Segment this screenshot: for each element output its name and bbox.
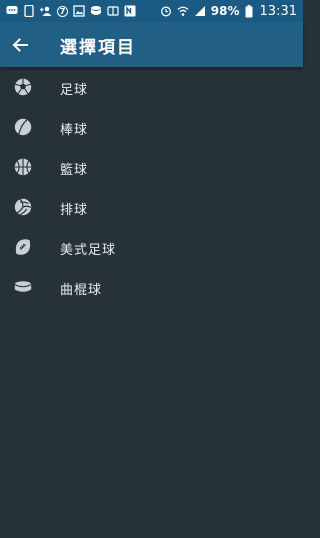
list-item-label: 曲棍球 bbox=[60, 283, 103, 298]
database-icon bbox=[91, 6, 101, 15]
list-item-label: 棒球 bbox=[60, 123, 89, 138]
notification-count-badge: 7 bbox=[57, 5, 68, 17]
basketball-icon bbox=[14, 158, 32, 176]
clock-time: 13:31 bbox=[259, 3, 297, 19]
onenote-icon bbox=[124, 5, 136, 17]
baseball-icon bbox=[14, 118, 32, 136]
add-person-icon bbox=[40, 6, 52, 16]
list-item-soccer[interactable]: 足球 bbox=[0, 67, 303, 107]
tablet-icon bbox=[24, 5, 34, 17]
page-title: 選擇項目 bbox=[60, 38, 136, 58]
wifi-icon bbox=[177, 6, 189, 16]
list-item-label: 排球 bbox=[60, 203, 89, 218]
back-button[interactable] bbox=[6, 31, 34, 59]
list-item-baseball[interactable]: 棒球 bbox=[0, 107, 303, 147]
image-icon bbox=[73, 5, 85, 17]
battery-icon bbox=[245, 4, 253, 17]
sport-list: 足球 棒球 籃球 排球 美式足球 曲棍球 bbox=[0, 67, 303, 307]
status-bar-system: 98% 13:31 bbox=[160, 3, 297, 19]
status-bar-notifications: 7 bbox=[6, 4, 136, 18]
list-item-volleyball[interactable]: 排球 bbox=[0, 187, 303, 227]
volleyball-icon bbox=[14, 198, 32, 216]
battery-percentage: 98% bbox=[210, 4, 240, 18]
american-football-icon bbox=[15, 239, 31, 255]
soccer-ball-icon bbox=[14, 78, 32, 96]
list-item-hockey[interactable]: 曲棍球 bbox=[0, 267, 303, 307]
list-item-american-football[interactable]: 美式足球 bbox=[0, 227, 303, 267]
list-item-basketball[interactable]: 籃球 bbox=[0, 147, 303, 187]
list-item-label: 足球 bbox=[60, 83, 89, 98]
list-item-label: 美式足球 bbox=[60, 243, 117, 258]
hockey-puck-icon bbox=[14, 281, 32, 292]
chat-icon bbox=[6, 6, 18, 14]
list-item-label: 籃球 bbox=[60, 163, 89, 178]
reader-icon bbox=[107, 6, 119, 16]
alarm-icon bbox=[160, 6, 171, 17]
arrow-left-icon bbox=[12, 38, 28, 52]
status-bar: 7 98% 13:31 bbox=[0, 0, 303, 22]
signal-icon bbox=[194, 6, 205, 16]
app-toolbar: 選擇項目 bbox=[0, 22, 303, 67]
